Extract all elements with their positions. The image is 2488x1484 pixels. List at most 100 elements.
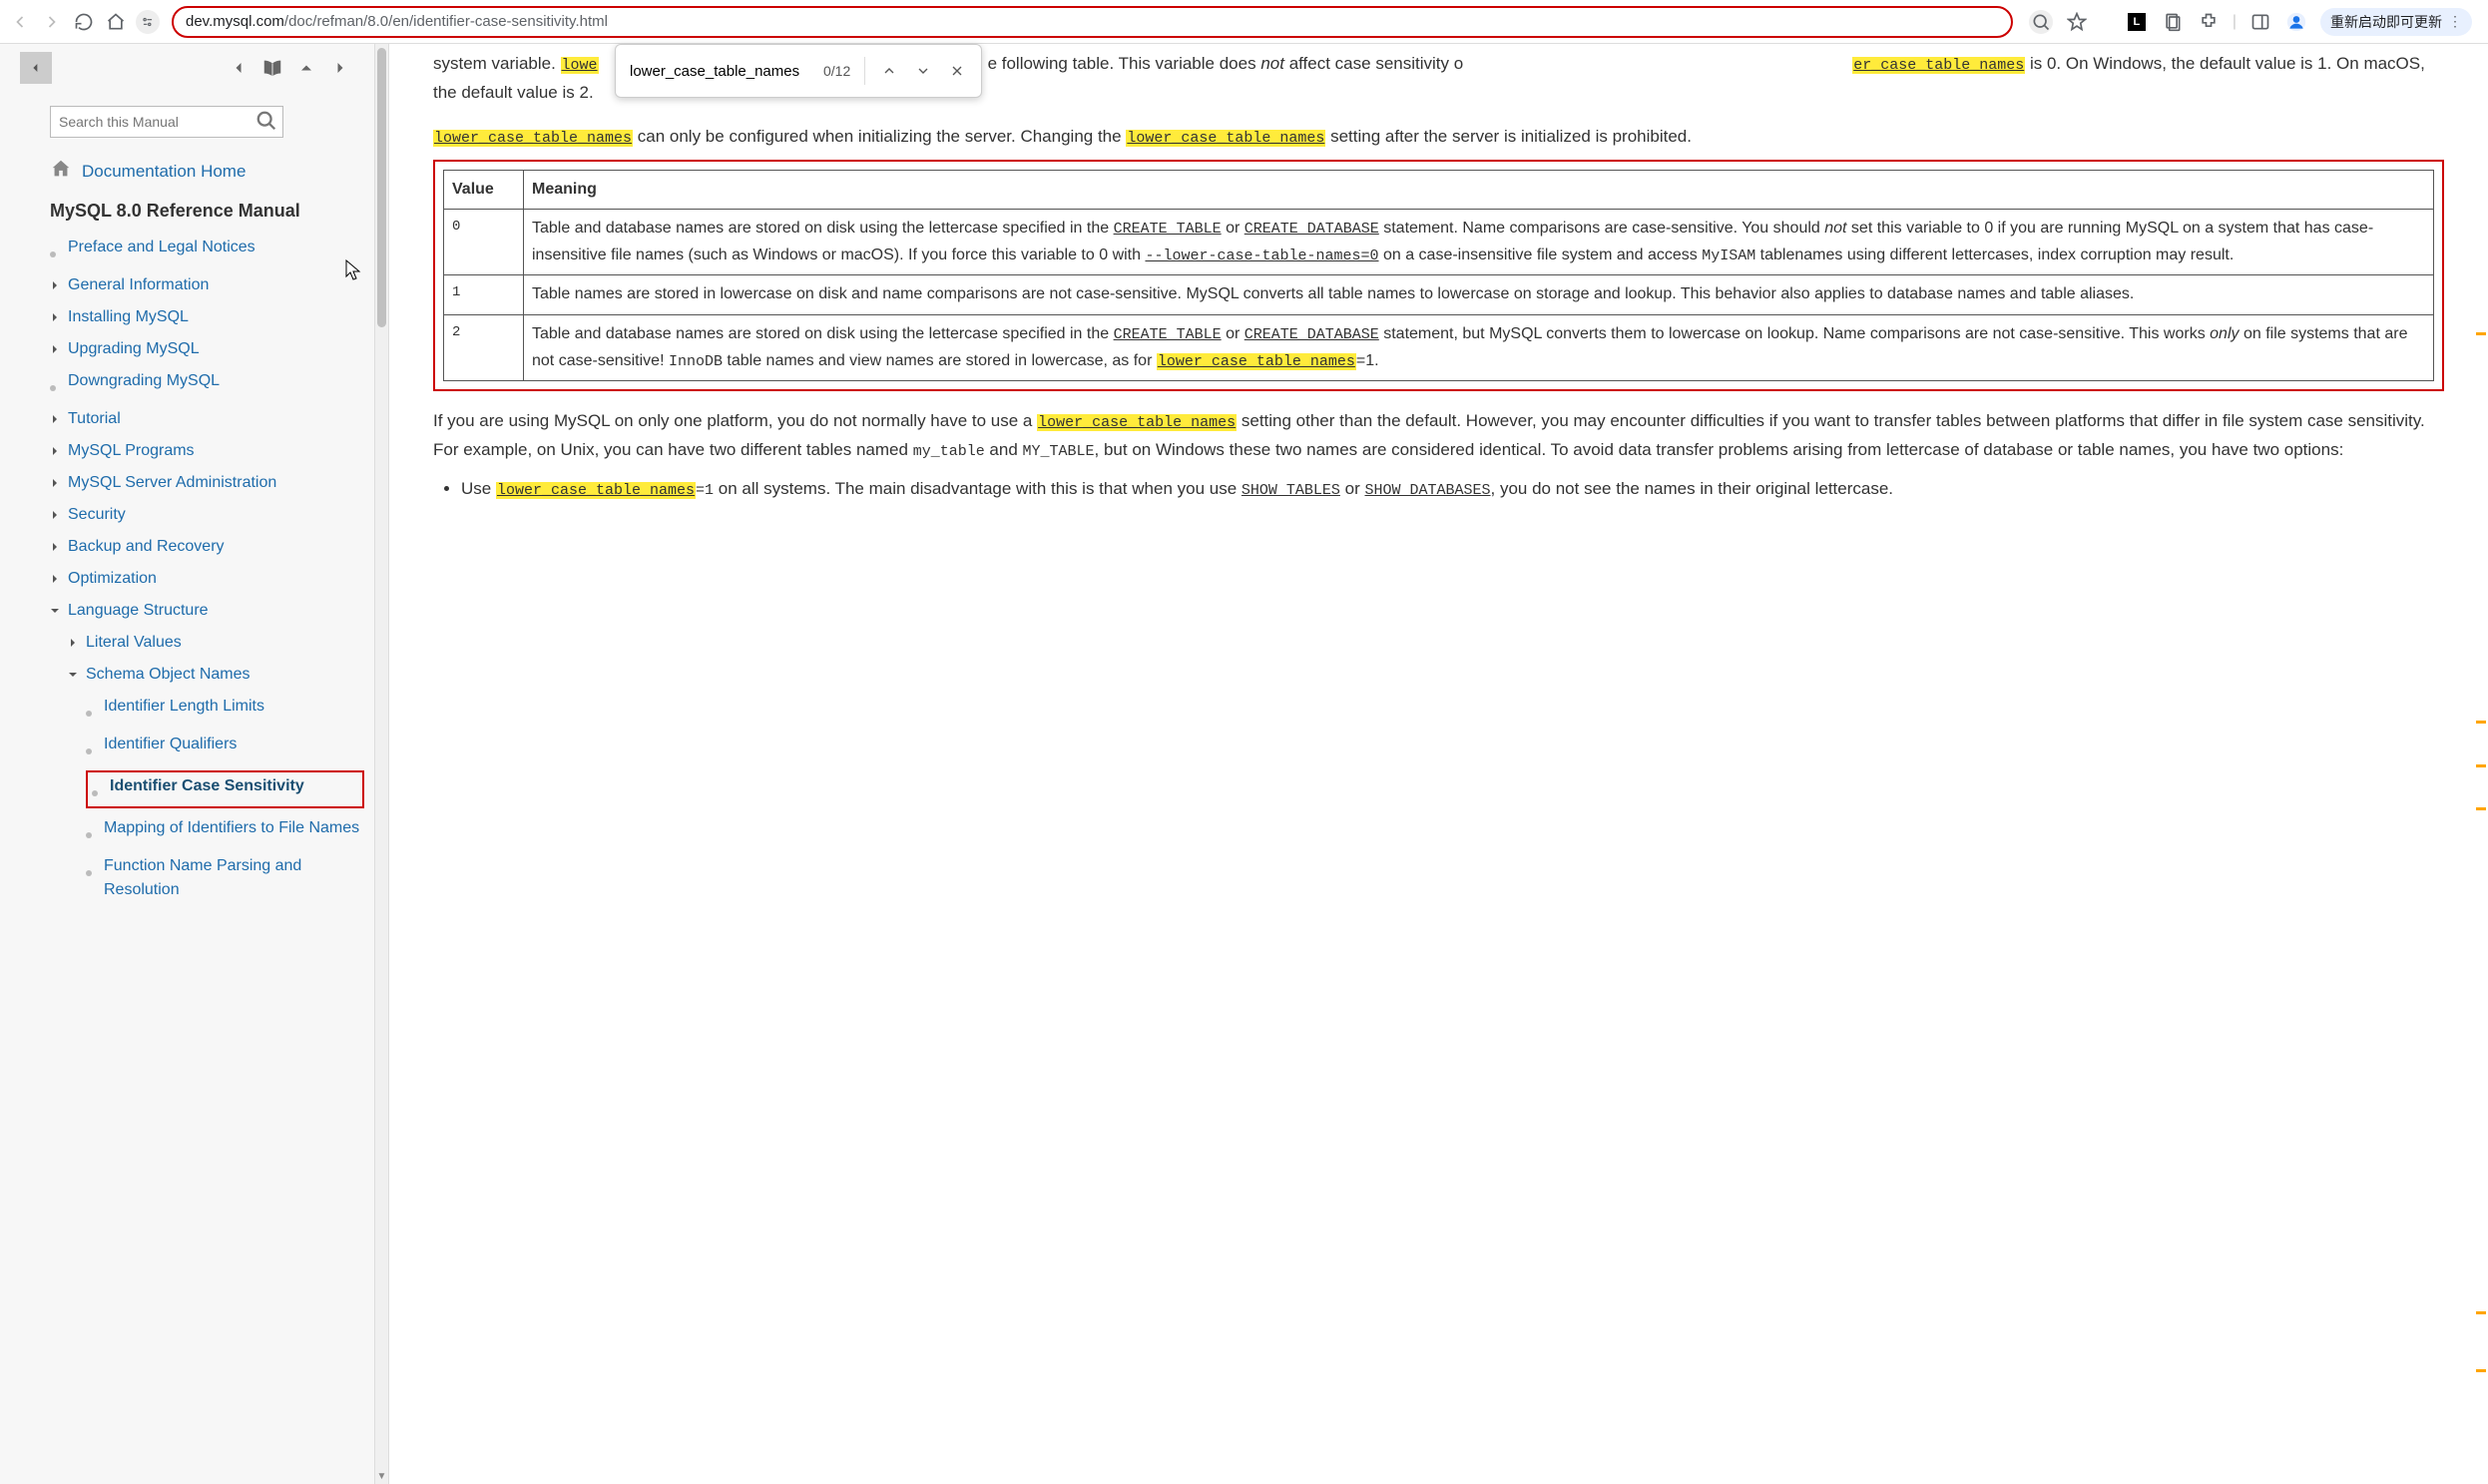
- toc-item[interactable]: Identifier Case Sensitivity: [86, 770, 364, 808]
- toc-label: Identifier Case Sensitivity: [110, 774, 304, 798]
- profile-icon[interactable]: [2284, 10, 2308, 34]
- bullet-icon: [50, 375, 60, 399]
- toc-item[interactable]: Schema Object Names: [68, 663, 364, 687]
- ext-icon-1[interactable]: L: [2125, 10, 2149, 34]
- toc-item[interactable]: Security: [50, 503, 364, 527]
- back-button[interactable]: [8, 10, 32, 34]
- toc-label: Mapping of Identifiers to File Names: [104, 816, 359, 840]
- reload-button[interactable]: [72, 10, 96, 34]
- toc-label: Preface and Legal Notices: [68, 236, 255, 259]
- search-input[interactable]: [50, 106, 283, 138]
- sidepanel-icon[interactable]: [2248, 10, 2272, 34]
- scroll-down-arrow[interactable]: ▼: [375, 1471, 388, 1482]
- main-scrollbar[interactable]: [2474, 44, 2488, 1484]
- ext-icon-2[interactable]: [2161, 10, 2185, 34]
- find-in-page-bar: 0/12: [615, 44, 982, 98]
- list-item: Use lower_case_table_names=1 on all syst…: [461, 475, 2444, 504]
- toc-label: Identifier Qualifiers: [104, 733, 237, 756]
- home-icon: [50, 158, 72, 185]
- toc-item[interactable]: Mapping of Identifiers to File Names: [86, 816, 364, 846]
- extensions-icon[interactable]: [2197, 10, 2221, 34]
- doc-home-link[interactable]: Documentation Home: [50, 158, 364, 185]
- home-button[interactable]: [104, 10, 128, 34]
- caret-icon: [50, 341, 60, 359]
- caret-icon: [50, 571, 60, 589]
- nav-next-button[interactable]: [326, 54, 354, 82]
- caret-icon: [50, 507, 60, 525]
- toc-label: Literal Values: [86, 631, 182, 655]
- toc-label: Optimization: [68, 567, 157, 591]
- th-meaning: Meaning: [524, 170, 2434, 209]
- bookmark-icon[interactable]: [2065, 10, 2089, 34]
- toc-item[interactable]: Upgrading MySQL: [50, 337, 364, 361]
- sidebar-scrollbar[interactable]: ▼: [374, 44, 388, 1484]
- highlight[interactable]: lower_case_table_names: [1126, 130, 1325, 147]
- toc-label: MySQL Server Administration: [68, 471, 276, 495]
- site-info-icon[interactable]: [136, 10, 160, 34]
- caret-icon: [50, 309, 60, 327]
- toc-item[interactable]: Identifier Length Limits: [86, 695, 364, 725]
- highlight[interactable]: lower_case_table_names: [1157, 353, 1356, 370]
- toc-label: Security: [68, 503, 126, 527]
- divider: [864, 57, 865, 85]
- values-table: Value Meaning 0 Table and database names…: [443, 170, 2434, 382]
- find-close-button[interactable]: [947, 63, 967, 79]
- highlight[interactable]: lowe: [561, 57, 599, 74]
- table-row: 0 Table and database names are stored on…: [444, 209, 2434, 275]
- toc-label: Tutorial: [68, 407, 121, 431]
- toc-item[interactable]: Function Name Parsing and Resolution: [86, 854, 364, 902]
- find-prev-button[interactable]: [879, 63, 899, 79]
- url-host: dev.mysql.com: [186, 13, 284, 30]
- toc-item[interactable]: Literal Values: [68, 631, 364, 655]
- find-next-button[interactable]: [913, 63, 933, 79]
- highlight[interactable]: lower_case_table_names: [433, 130, 633, 147]
- bullet-icon: [86, 822, 96, 846]
- update-button[interactable]: 重新启动即可更新 ⋮: [2320, 8, 2472, 36]
- caret-icon: [50, 603, 60, 621]
- toc-item[interactable]: MySQL Server Administration: [50, 471, 364, 495]
- caret-icon: [50, 411, 60, 429]
- toc-label: Language Structure: [68, 599, 209, 623]
- nav-prev-button[interactable]: [225, 54, 252, 82]
- url-bar[interactable]: dev.mysql.com/doc/refman/8.0/en/identifi…: [172, 6, 2013, 38]
- forward-button[interactable]: [40, 10, 64, 34]
- url-path: /doc/refman/8.0/en/identifier-case-sensi…: [284, 13, 608, 30]
- bullet-icon: [50, 242, 60, 265]
- toc-item[interactable]: Language Structure: [50, 599, 364, 623]
- highlight[interactable]: lower_case_table_names: [496, 482, 696, 499]
- search-icon[interactable]: [255, 110, 277, 137]
- highlight[interactable]: er_case_table_names: [1852, 57, 2025, 74]
- options-list: Use lower_case_table_names=1 on all syst…: [461, 475, 2444, 504]
- toc-label: Identifier Length Limits: [104, 695, 264, 719]
- nav-up-button[interactable]: [292, 54, 320, 82]
- manual-title: MySQL 8.0 Reference Manual: [50, 201, 364, 222]
- bullet-icon: [92, 780, 102, 804]
- toc-item[interactable]: General Information: [50, 273, 364, 297]
- th-value: Value: [444, 170, 524, 209]
- bullet-icon: [86, 860, 96, 884]
- caret-icon: [50, 475, 60, 493]
- toc-item[interactable]: Installing MySQL: [50, 305, 364, 329]
- scrollbar-thumb[interactable]: [377, 48, 386, 327]
- collapse-sidebar-button[interactable]: [20, 52, 52, 84]
- lens-icon[interactable]: [2029, 10, 2053, 34]
- toc-item[interactable]: MySQL Programs: [50, 439, 364, 463]
- toc-item[interactable]: Tutorial: [50, 407, 364, 431]
- highlight[interactable]: lower_case_table_names: [1037, 414, 1237, 431]
- caret-icon: [68, 635, 78, 653]
- toc-label: MySQL Programs: [68, 439, 195, 463]
- toc-item[interactable]: Identifier Qualifiers: [86, 733, 364, 762]
- toc-item[interactable]: Downgrading MySQL: [50, 369, 364, 399]
- find-input[interactable]: [630, 63, 809, 80]
- caret-icon: [50, 277, 60, 295]
- toc-item[interactable]: Preface and Legal Notices: [50, 236, 364, 265]
- values-table-wrap: Value Meaning 0 Table and database names…: [433, 160, 2444, 392]
- caret-icon: [50, 443, 60, 461]
- bullet-icon: [86, 701, 96, 725]
- toc-label: Installing MySQL: [68, 305, 189, 329]
- nav-book-icon[interactable]: [258, 54, 286, 82]
- paragraph: If you are using MySQL on only one platf…: [433, 407, 2444, 465]
- toc-item[interactable]: Backup and Recovery: [50, 535, 364, 559]
- find-count: 0/12: [823, 63, 850, 79]
- toc-item[interactable]: Optimization: [50, 567, 364, 591]
